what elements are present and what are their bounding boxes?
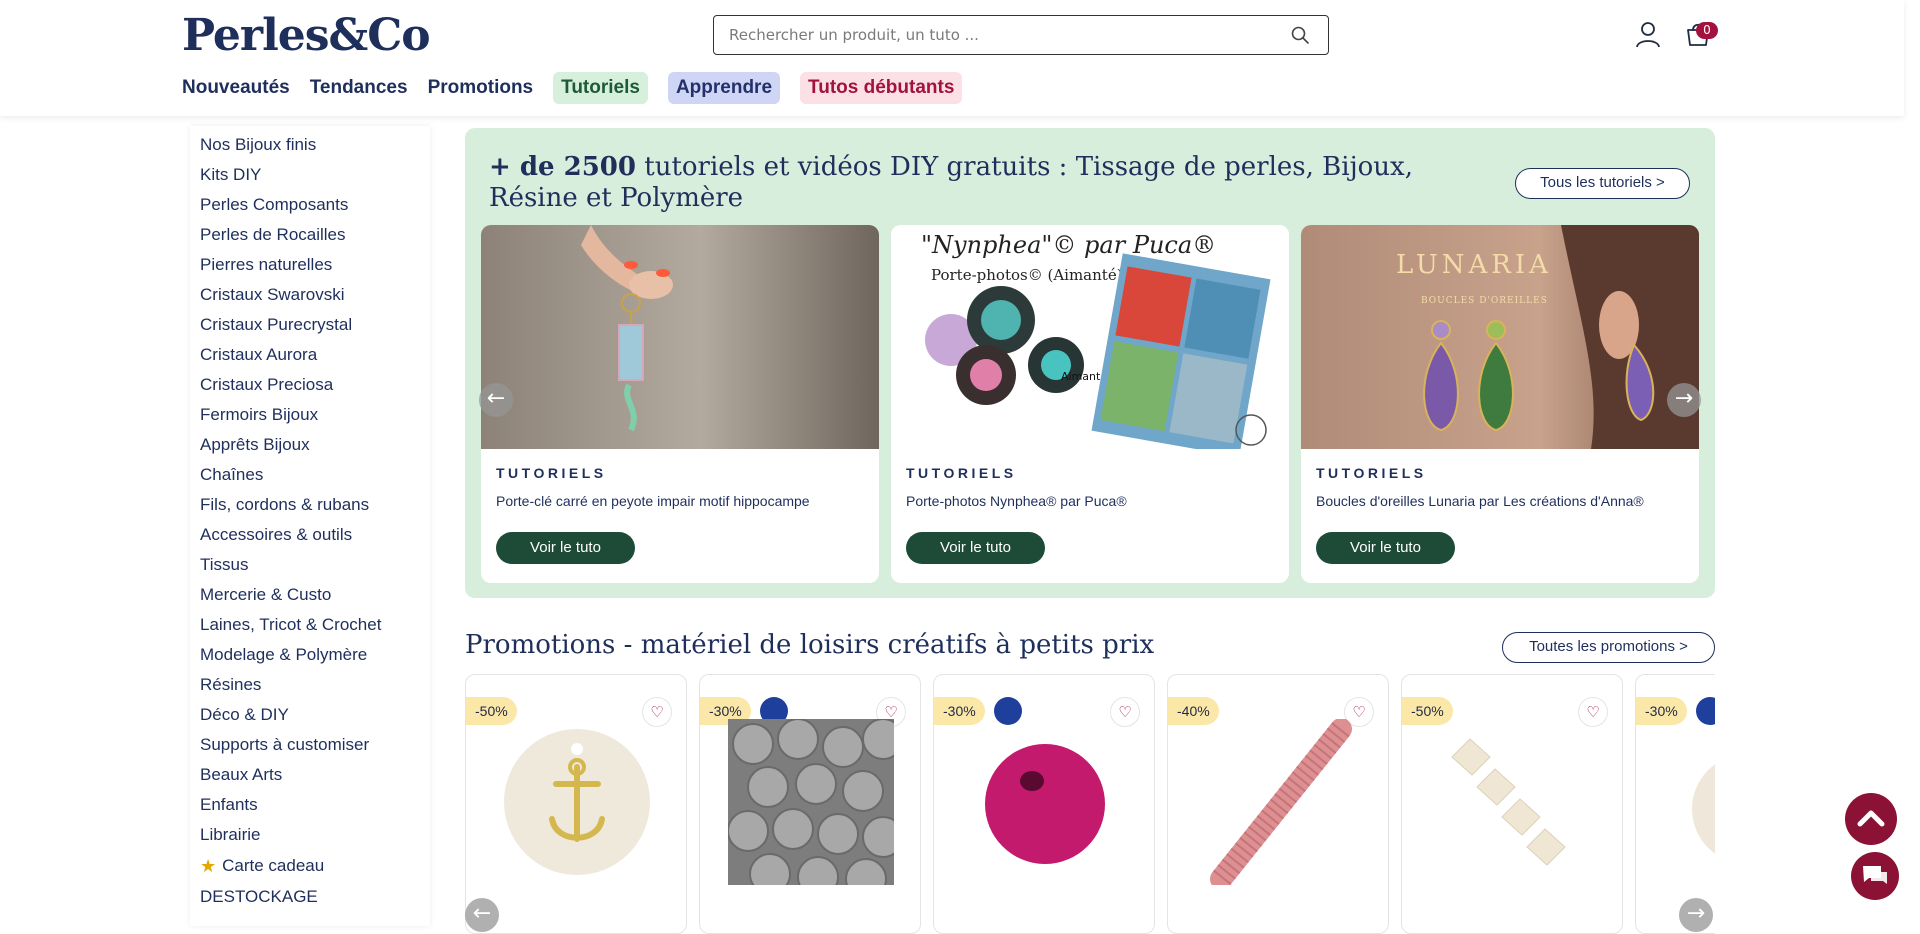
star-icon: ★: [200, 855, 217, 876]
product-card[interactable]: -50% ♡: [465, 674, 687, 934]
tutorials-heading-count: + de 2500: [489, 152, 636, 182]
chat-icon: [1863, 866, 1887, 884]
view-tutorial-button[interactable]: Voir le tuto: [1316, 532, 1455, 564]
sidebar-item[interactable]: Enfants: [190, 790, 430, 820]
nynphea-photo: "Nynphea"© par Puca® Porte-photos© (Aima…: [891, 225, 1289, 449]
product-image[interactable]: [1196, 719, 1362, 885]
tutorial-card[interactable]: "Nynphea"© par Puca® Porte-photos© (Aima…: [891, 225, 1289, 583]
sidebar-item[interactable]: Perles de Rocailles: [190, 220, 430, 250]
sidebar-item[interactable]: Cristaux Swarovski: [190, 280, 430, 310]
lunaria-photo: LUNARIA BOUCLES D'OREILLES: [1301, 225, 1699, 449]
img-caption-2: BOUCLES D'OREILLES: [1421, 296, 1548, 306]
nav-nouveautes[interactable]: Nouveautés: [182, 72, 290, 104]
promotions-carousel: -50% ♡ -30% ♡ -30% ♡ -40% ♡ -50% ♡ -30% …: [465, 674, 1715, 934]
img-caption-3: Aimant: [1061, 370, 1101, 383]
sidebar-item[interactable]: Pierres naturelles: [190, 250, 430, 280]
nav-promotions[interactable]: Promotions: [428, 72, 534, 104]
tutorial-image-lunaria[interactable]: LUNARIA BOUCLES D'OREILLES: [1301, 225, 1699, 449]
tutorial-title[interactable]: Boucles d'oreilles Lunaria par Les créat…: [1316, 493, 1644, 509]
product-card[interactable]: -30% ♡: [933, 674, 1155, 934]
cart-count-badge: 0: [1696, 22, 1718, 39]
main-nav: Nouveautés Tendances Promotions Tutoriel…: [182, 71, 963, 105]
sidebar-item[interactable]: Cristaux Purecrystal: [190, 310, 430, 340]
site-header: Perles&Co 0 Nouveautés Tendances Promoti…: [0, 0, 1904, 116]
tutorial-card[interactable]: TUTORIELS Porte-clé carré en peyote impa…: [481, 225, 879, 583]
product-image[interactable]: [494, 719, 660, 885]
sidebar-item[interactable]: Supports à customiser: [190, 730, 430, 760]
sidebar-item[interactable]: Déco & DIY: [190, 700, 430, 730]
sidebar-item[interactable]: Beaux Arts: [190, 760, 430, 790]
product-card[interactable]: -50% ♡: [1401, 674, 1623, 934]
chat-button[interactable]: [1851, 852, 1899, 900]
keychain-photo: [481, 225, 879, 449]
arrow-left-icon[interactable]: ←: [479, 383, 513, 417]
img-caption-1: LUNARIA: [1396, 250, 1552, 280]
product-image[interactable]: [1664, 719, 1715, 885]
all-tutorials-button[interactable]: Tous les tutoriels >: [1515, 168, 1690, 199]
product-card[interactable]: -30%: [1635, 674, 1715, 934]
sidebar-item[interactable]: Librairie: [190, 820, 430, 850]
view-tutorial-button[interactable]: Voir le tuto: [906, 532, 1045, 564]
sidebar-item[interactable]: Tissus: [190, 550, 430, 580]
sidebar-item[interactable]: Chaînes: [190, 460, 430, 490]
product-card[interactable]: -30% ♡: [699, 674, 921, 934]
scroll-top-button[interactable]: [1845, 793, 1897, 845]
sidebar-item[interactable]: Cristaux Aurora: [190, 340, 430, 370]
sidebar-item-destockage[interactable]: DESTOCKAGE: [190, 882, 430, 912]
sidebar-item[interactable]: Laines, Tricot & Crochet: [190, 610, 430, 640]
tutorial-kicker: TUTORIELS: [1316, 465, 1427, 481]
search-input[interactable]: [729, 25, 1269, 45]
sidebar-item[interactable]: Fermoirs Bijoux: [190, 400, 430, 430]
tutorial-kicker: TUTORIELS: [496, 465, 607, 481]
product-image[interactable]: [728, 719, 894, 885]
search-bar[interactable]: [713, 15, 1329, 55]
tutorial-image-nynphea[interactable]: "Nynphea"© par Puca® Porte-photos© (Aima…: [891, 225, 1289, 449]
sidebar-item[interactable]: Fils, cordons & rubans: [190, 490, 430, 520]
tutorial-image-keychain[interactable]: [481, 225, 879, 449]
sidebar-item-label: Carte cadeau: [222, 856, 325, 875]
sidebar-item[interactable]: Perles Composants: [190, 190, 430, 220]
sidebar-item[interactable]: Modelage & Polymère: [190, 640, 430, 670]
tutorial-kicker: TUTORIELS: [906, 465, 1017, 481]
product-image[interactable]: [1430, 719, 1596, 885]
tutorial-card[interactable]: LUNARIA BOUCLES D'OREILLES TUTORIELS Bou…: [1301, 225, 1699, 583]
arrow-right-icon[interactable]: →: [1667, 383, 1701, 417]
arrow-right-icon[interactable]: →: [1679, 898, 1713, 932]
tutorials-section: + de 2500 tutoriels et vidéos DIY gratui…: [465, 128, 1715, 598]
nav-apprendre[interactable]: Apprendre: [667, 72, 781, 104]
sidebar-item[interactable]: Résines: [190, 670, 430, 700]
category-list: Nos Bijoux finis Kits DIY Perles Composant…: [190, 126, 430, 850]
arrow-left-icon[interactable]: ←: [465, 898, 499, 932]
nav-tutos-debutants[interactable]: Tutos débutants: [800, 72, 963, 104]
product-image[interactable]: [962, 719, 1128, 885]
product-card[interactable]: -40% ♡: [1167, 674, 1389, 934]
category-sidebar: Nos Bijoux finis Kits DIY Perles Composant…: [190, 126, 430, 926]
sidebar-item[interactable]: Cristaux Preciosa: [190, 370, 430, 400]
sidebar-item[interactable]: Accessoires & outils: [190, 520, 430, 550]
all-promotions-button[interactable]: Toutes les promotions >: [1502, 632, 1715, 663]
sidebar-item[interactable]: Nos Bijoux finis: [190, 130, 430, 160]
img-caption-1: "Nynphea"© par Puca®: [921, 231, 1216, 259]
sidebar-item[interactable]: Mercerie & Custo: [190, 580, 430, 610]
sidebar-item[interactable]: Apprêts Bijoux: [190, 430, 430, 460]
promotions-heading: Promotions - matériel de loisirs créatif…: [465, 630, 1155, 660]
search-icon[interactable]: [1290, 25, 1310, 45]
nav-tendances[interactable]: Tendances: [310, 72, 408, 104]
nav-tutoriels[interactable]: Tutoriels: [553, 72, 648, 104]
tutorial-title[interactable]: Porte-clé carré en peyote impair motif h…: [496, 493, 810, 509]
img-caption-2: Porte-photos© (Aimanté): [931, 266, 1123, 284]
user-icon[interactable]: [1634, 20, 1662, 48]
sidebar-item-gift-card[interactable]: ★ Carte cadeau: [190, 850, 430, 882]
sidebar-item[interactable]: Kits DIY: [190, 160, 430, 190]
tutorial-title[interactable]: Porte-photos Nynphea® par Puca®: [906, 493, 1127, 509]
tutorials-heading: + de 2500 tutoriels et vidéos DIY gratui…: [489, 152, 1489, 214]
chevron-up-icon: [1857, 810, 1885, 827]
view-tutorial-button[interactable]: Voir le tuto: [496, 532, 635, 564]
site-logo[interactable]: Perles&Co: [182, 12, 431, 60]
